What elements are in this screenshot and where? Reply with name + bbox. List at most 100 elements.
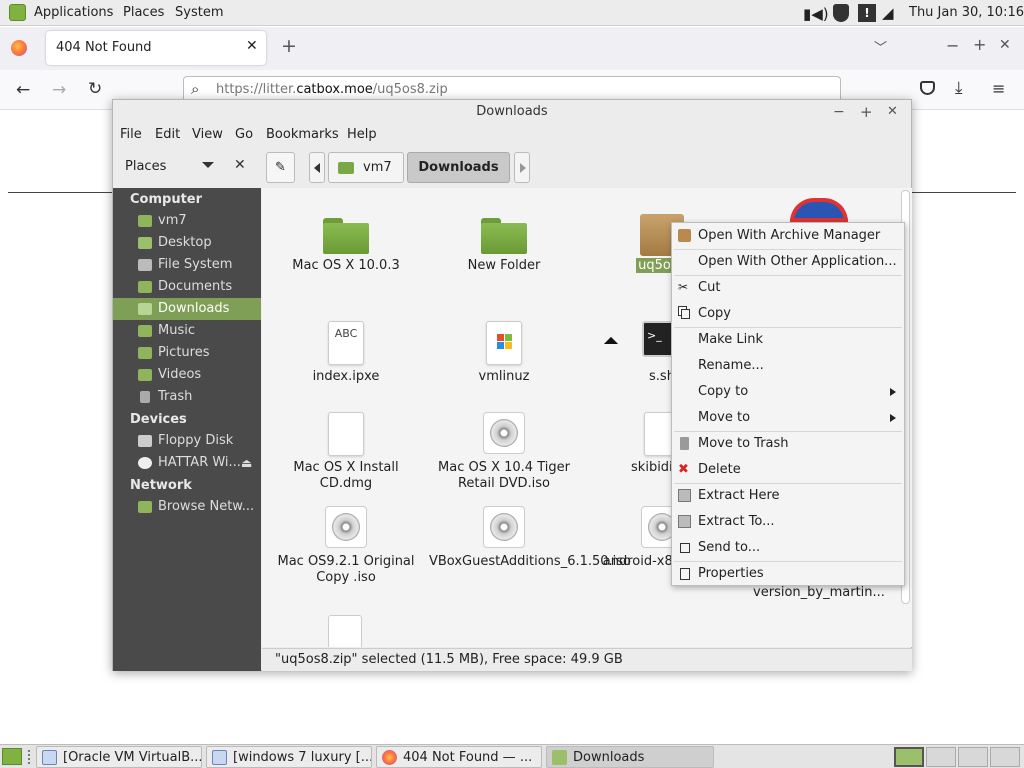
tab-list-chevron-icon[interactable]: ﹀ xyxy=(874,37,887,56)
menu-item-copy-to[interactable]: Copy to xyxy=(672,379,904,405)
menu-help[interactable]: Help xyxy=(347,127,377,142)
places-sidebar: Computer vm7 Desktop File System Documen… xyxy=(113,188,261,671)
menu-places[interactable]: Places xyxy=(123,5,164,20)
tab-close-icon[interactable]: ✕ xyxy=(246,38,258,54)
send-icon xyxy=(680,543,690,553)
workspace-switcher-4[interactable] xyxy=(990,747,1020,767)
path-forward-arrow-icon[interactable] xyxy=(514,152,530,183)
file-item[interactable]: version_by_martin... xyxy=(744,585,894,601)
file-item[interactable]: VBoxGuestAdditions_6.1.50.iso xyxy=(429,506,631,570)
sidebar-item-trash[interactable]: Trash xyxy=(113,386,261,408)
windows-logo-icon xyxy=(486,321,522,365)
file-item[interactable]: Mac OS X 10.4 Tiger Retail DVD.iso xyxy=(429,412,579,492)
menu-go[interactable]: Go xyxy=(235,127,253,142)
sidebar-header-devices: Devices xyxy=(130,412,187,427)
menu-item-move-to-trash[interactable]: Move to Trash xyxy=(672,431,904,457)
downloads-icon[interactable]: ⤓ xyxy=(955,78,963,98)
path-segment-downloads[interactable]: Downloads xyxy=(407,152,510,183)
reload-icon[interactable]: ↻ xyxy=(88,79,102,99)
menu-edit[interactable]: Edit xyxy=(155,127,180,142)
window-minimize-button[interactable]: − xyxy=(946,36,959,55)
places-dropdown-arrow-icon[interactable] xyxy=(202,162,214,168)
pocket-icon[interactable] xyxy=(920,81,935,95)
update-shield-icon[interactable] xyxy=(833,4,849,22)
show-desktop-icon[interactable] xyxy=(2,748,22,765)
menu-item-properties[interactable]: Properties xyxy=(672,561,904,587)
path-back-arrow-icon[interactable] xyxy=(309,152,325,183)
fm-maximize-button[interactable]: + xyxy=(860,100,873,124)
sidebar-item-browse-network[interactable]: Browse Netw... xyxy=(113,496,261,518)
menu-item-delete[interactable]: ✖ Delete xyxy=(672,457,904,483)
menu-item-cut[interactable]: ✂ Cut xyxy=(672,275,904,301)
sidebar-item-vm7[interactable]: vm7 xyxy=(113,210,261,232)
workspace-switcher-2[interactable] xyxy=(926,747,956,767)
browser-tab[interactable]: 404 Not Found ✕ xyxy=(46,31,266,65)
sidebar-item-hattar[interactable]: HATTAR Wi... xyxy=(113,452,261,474)
window-maximize-button[interactable]: + xyxy=(973,35,986,54)
file-item[interactable]: ABC index.ipxe xyxy=(271,321,421,385)
workspace-switcher-active[interactable] xyxy=(894,747,924,767)
hamburger-menu-icon[interactable]: ≡ xyxy=(992,79,1005,98)
warning-icon[interactable]: ! xyxy=(858,4,876,22)
path-segment-vm7[interactable]: vm7 xyxy=(328,152,404,183)
menu-bookmarks[interactable]: Bookmarks xyxy=(266,127,339,142)
menu-file[interactable]: File xyxy=(120,127,142,142)
file-item[interactable]: Mac OS X Install CD.dmg xyxy=(271,412,421,492)
documents-folder-icon xyxy=(138,281,152,293)
volume-icon[interactable]: ▮◀) xyxy=(803,5,829,23)
back-icon[interactable]: ← xyxy=(16,80,30,100)
menu-system[interactable]: System xyxy=(175,5,223,20)
sidebar-item-floppy[interactable]: Floppy Disk xyxy=(113,430,261,452)
file-item[interactable]: Mac OS X 10.0.3 xyxy=(271,218,421,274)
sidebar-item-pictures[interactable]: Pictures xyxy=(113,342,261,364)
file-item[interactable]: Mac OS9.2.1 Original Copy .iso xyxy=(271,506,421,586)
menu-item-open-with-archive-manager[interactable]: Open With Archive Manager xyxy=(672,223,904,249)
sidebar-item-videos[interactable]: Videos xyxy=(113,364,261,386)
new-tab-button[interactable]: + xyxy=(281,35,297,57)
menu-item-extract-here[interactable]: Extract Here xyxy=(672,483,904,509)
menu-item-send-to[interactable]: Send to... xyxy=(672,535,904,561)
firefox-icon xyxy=(11,40,27,56)
window-close-button[interactable]: ✕ xyxy=(999,37,1011,53)
file-item[interactable]: vmlinuz xyxy=(429,321,579,385)
menu-item-extract-to[interactable]: Extract To... xyxy=(672,509,904,535)
taskbar-item-virtualbox[interactable]: [Oracle VM VirtualB... xyxy=(36,746,202,768)
forward-icon[interactable]: → xyxy=(52,80,66,100)
menu-item-rename[interactable]: Rename... xyxy=(672,353,904,379)
home-icon xyxy=(138,215,152,227)
context-menu: Open With Archive Manager Open With Othe… xyxy=(671,222,905,586)
blank-file-icon[interactable] xyxy=(328,615,362,647)
sidebar-item-documents[interactable]: Documents xyxy=(113,276,261,298)
app-logo-icon xyxy=(790,198,848,222)
mint-menu-icon[interactable] xyxy=(9,4,26,21)
workspace-switcher-3[interactable] xyxy=(958,747,988,767)
taskbar-item-firefox[interactable]: 404 Not Found — ... xyxy=(376,746,542,768)
places-dropdown[interactable]: Places xyxy=(125,159,166,174)
sidebar-item-music[interactable]: Music xyxy=(113,320,261,342)
menu-item-copy[interactable]: Copy xyxy=(672,301,904,327)
menu-item-open-with-other[interactable]: Open With Other Application... xyxy=(672,249,904,275)
menu-applications[interactable]: Applications xyxy=(34,5,113,20)
network-icon[interactable]: ◢ xyxy=(882,4,894,22)
extract-icon xyxy=(678,515,691,528)
menu-item-move-to[interactable]: Move to xyxy=(672,405,904,431)
edit-path-button[interactable]: ✎ xyxy=(266,152,295,183)
menu-item-make-link[interactable]: Make Link xyxy=(672,327,904,353)
home-folder-icon xyxy=(338,162,354,174)
sidebar-item-downloads[interactable]: Downloads xyxy=(113,298,261,320)
extract-icon xyxy=(678,489,691,502)
taskbar-item-downloads[interactable]: Downloads xyxy=(546,746,714,768)
url-text: https://litter.catbox.moe/uq5os8.zip xyxy=(216,82,448,97)
window-titlebar[interactable]: Downloads − + ✕ xyxy=(113,100,911,124)
fm-close-button[interactable]: ✕ xyxy=(887,100,898,124)
file-item[interactable]: New Folder xyxy=(429,218,579,274)
menu-view[interactable]: View xyxy=(192,127,223,142)
sidebar-item-desktop[interactable]: Desktop xyxy=(113,232,261,254)
folder-icon xyxy=(323,218,369,254)
eject-icon[interactable]: ⏏ xyxy=(241,456,252,470)
clock[interactable]: Thu Jan 30, 10:16 xyxy=(909,5,1024,20)
close-sidebar-icon[interactable]: ✕ xyxy=(234,157,246,173)
taskbar-item-windows7[interactable]: [windows 7 luxury [... xyxy=(206,746,372,768)
fm-minimize-button[interactable]: − xyxy=(833,100,845,124)
sidebar-item-filesystem[interactable]: File System xyxy=(113,254,261,276)
